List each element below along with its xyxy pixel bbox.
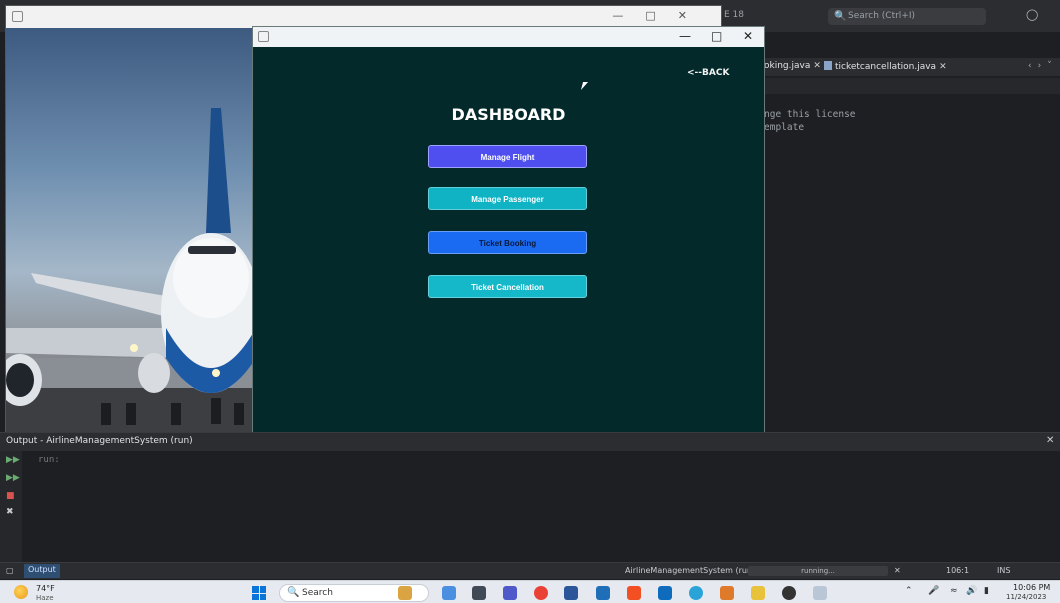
rerun-icon[interactable]: ▶▶	[6, 455, 20, 465]
editor-tabs: oking.java ✕ ticketcancellation.java ✕ ‹›˅	[764, 58, 1060, 76]
microsoft-store-icon[interactable]	[627, 586, 641, 600]
back-button[interactable]: <--BACK	[687, 68, 729, 78]
search-icon: 🔍	[834, 11, 847, 22]
taskbar-search-label: Search	[302, 588, 333, 598]
weather-icon[interactable]	[14, 585, 28, 599]
battery-icon[interactable]: ▮	[984, 586, 989, 596]
search-icon: 🔍	[287, 587, 300, 598]
wifi-icon[interactable]: ≈	[950, 586, 958, 596]
dashboard-titlebar: — □ ✕	[253, 27, 764, 47]
ticket-booking-button[interactable]: Ticket Booking	[428, 231, 587, 254]
app-icon[interactable]	[751, 586, 765, 600]
chrome-icon[interactable]	[534, 586, 548, 600]
run-progress-bar: running...	[748, 566, 888, 576]
manage-passenger-button[interactable]: Manage Passenger	[428, 187, 587, 210]
close-icon[interactable]: ✕	[743, 29, 753, 43]
code-line: emplate	[764, 122, 805, 133]
settings-icon[interactable]: ✖	[6, 507, 16, 517]
word-icon[interactable]	[564, 586, 578, 600]
page-title: DASHBOARD	[451, 105, 566, 124]
mouse-cursor-icon	[580, 82, 589, 90]
insert-mode: INS	[997, 566, 1011, 575]
dashboard-panel: <--BACK DASHBOARD Manage Flight Manage P…	[253, 47, 764, 438]
tab-label: oking.java	[764, 61, 811, 71]
tab-navigation-icons[interactable]: ‹›˅	[1028, 61, 1058, 71]
close-icon[interactable]: ✕	[939, 62, 947, 72]
weather-temperature: 74°F	[36, 584, 55, 593]
code-editor[interactable]: nge this license emplate	[764, 108, 856, 134]
chevron-up-icon[interactable]: ⌃	[905, 586, 913, 596]
tab-ticketcancellation-java[interactable]: ticketcancellation.java ✕	[824, 61, 947, 72]
task-view-icon[interactable]	[472, 586, 486, 600]
ticket-cancellation-button[interactable]: Ticket Cancellation	[428, 275, 587, 298]
media-app-icon[interactable]	[782, 586, 796, 600]
close-icon[interactable]: ✕	[813, 61, 821, 71]
ide-title: E 18	[724, 10, 744, 20]
java-taskbar-icon[interactable]	[813, 586, 827, 600]
teams-icon[interactable]	[503, 586, 517, 600]
xampp-icon[interactable]	[720, 586, 734, 600]
volume-icon[interactable]: 🔊	[966, 586, 977, 596]
code-line: nge this license	[764, 109, 856, 120]
weather-condition: Haze	[36, 594, 54, 602]
run-status-label: AirlineManagementSystem (run)	[625, 566, 756, 575]
clock-time[interactable]: 10:06 PM	[1013, 583, 1050, 592]
microphone-icon[interactable]: 🎤	[928, 586, 939, 596]
ide-maximize-icon[interactable]: ◯	[1026, 8, 1038, 21]
java-app-icon	[258, 31, 269, 42]
editor-toolbar	[764, 78, 1060, 94]
windows-taskbar: 74°F Haze 🔍 Search ⌃ 🎤 ≈ 🔊 ▮ 10:06 PM 11…	[0, 580, 1060, 603]
ide-search-placeholder: Search (Ctrl+I)	[848, 11, 916, 21]
widgets-icon[interactable]	[398, 586, 412, 600]
ide-search-input[interactable]: 🔍 Search (Ctrl+I)	[828, 8, 986, 25]
dashboard-window: — □ ✕ <--BACK DASHBOARD Manage Flight Ma…	[252, 26, 765, 438]
output-console-text: run:	[38, 455, 60, 465]
java-app-icon	[12, 11, 23, 22]
mail-icon[interactable]	[658, 586, 672, 600]
panel-toggle-icon[interactable]: ▢	[6, 566, 14, 575]
manage-flight-button[interactable]: Manage Flight	[428, 145, 587, 168]
telegram-icon[interactable]	[689, 586, 703, 600]
java-file-icon	[824, 61, 832, 70]
cancel-run-icon[interactable]: ✕	[894, 566, 901, 575]
minimize-icon[interactable]: —	[679, 29, 691, 43]
caret-position: 106:1	[946, 566, 970, 575]
output-tab[interactable]: Output	[24, 564, 60, 578]
output-header: Output - AirlineManagementSystem (run) ✕	[0, 433, 1060, 451]
output-panel: Output - AirlineManagementSystem (run) ✕…	[0, 432, 1060, 563]
clock-date[interactable]: 11/24/2023	[1006, 593, 1046, 601]
login-window-titlebar: —□✕	[6, 6, 721, 28]
rerun-with-options-icon[interactable]: ▶▶	[6, 473, 20, 483]
tab-label: ticketcancellation.java	[835, 62, 937, 72]
desktop-app-icon[interactable]	[596, 586, 610, 600]
window-controls[interactable]: —□✕	[612, 9, 709, 22]
tab-booking-java[interactable]: oking.java ✕	[764, 61, 821, 71]
close-icon[interactable]: ✕	[1046, 435, 1054, 446]
output-title: Output - AirlineManagementSystem (run)	[6, 436, 193, 446]
stop-icon[interactable]: ■	[6, 491, 16, 501]
maximize-icon[interactable]: □	[711, 29, 722, 43]
ide-statusbar: ▢ Output AirlineManagementSystem (run) r…	[0, 562, 1060, 579]
output-toolbar: ▶▶ ▶▶ ■ ✖	[0, 451, 22, 563]
windows-start-icon[interactable]	[252, 586, 266, 600]
copilot-icon[interactable]	[442, 586, 456, 600]
